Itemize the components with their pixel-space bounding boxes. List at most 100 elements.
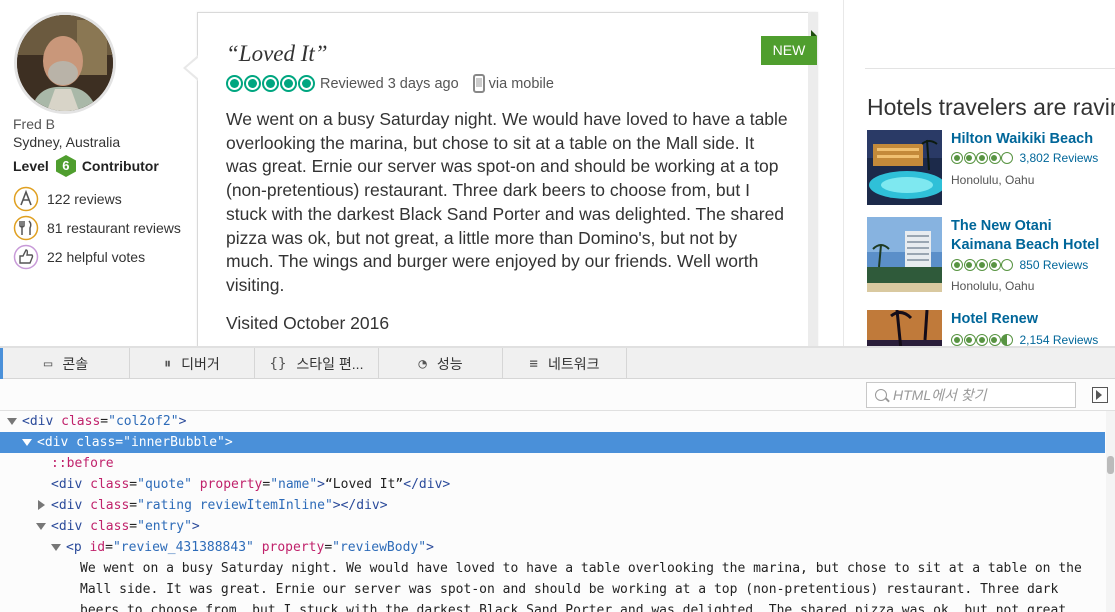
tab-debugger[interactable]: ⏸ 디버거: [130, 348, 255, 379]
review-body-line: was great. Ernie our server was spot-on …: [226, 156, 779, 177]
hotel-name-link[interactable]: The New Otani Kaimana Beach Hotel: [951, 217, 1115, 255]
node-attr-name: class: [90, 477, 130, 492]
tree-node[interactable]: ::before: [0, 453, 1105, 474]
contributor-level: Level 6 Contributor: [13, 155, 159, 177]
node-attr-value: rating reviewItemInline: [144, 498, 325, 513]
text-node-line[interactable]: Mall side. It was great. Ernie our serve…: [80, 579, 1105, 600]
rating-bubble: [280, 75, 297, 92]
rating-dots: [951, 259, 1014, 271]
node-close-tag: div: [418, 477, 443, 492]
hotel-thumbnail[interactable]: [867, 217, 942, 292]
level-badge-icon: 6: [55, 155, 76, 177]
node-attr-value: quote: [144, 477, 185, 492]
node-attr-value: col2of2: [115, 414, 171, 429]
expand-toggle-icon[interactable]: [7, 418, 17, 425]
hotel-thumbnail[interactable]: [867, 310, 942, 346]
review-page: Fred B Sydney, Australia Level 6 Contrib…: [0, 0, 1115, 346]
member-location: Sydney, Australia: [13, 134, 121, 150]
stat-reviews[interactable]: 122 reviews: [13, 186, 122, 212]
level-number: 6: [62, 158, 70, 173]
expand-toggle-icon[interactable]: [36, 523, 46, 530]
level-suffix: Contributor: [81, 158, 159, 174]
hotel-rating[interactable]: 2,154 Reviews: [951, 333, 1098, 346]
html-search-field[interactable]: HTML에서 찾기: [866, 382, 1076, 408]
rating-dot: [988, 334, 1001, 346]
hotel-card[interactable]: Hilton Waikiki Beach 3,802 Reviews Honol…: [867, 130, 1115, 205]
bubble-pointer-inner: [186, 57, 199, 79]
review-body-line: much. The wings and burger were enjoyed …: [226, 251, 759, 272]
tab-performance[interactable]: ◔ 성능: [379, 348, 503, 379]
rating-dot: [976, 259, 988, 271]
rating-dot: [963, 259, 976, 271]
hotel-card[interactable]: The New Otani Kaimana Beach Hotel 850 Re…: [867, 217, 1115, 293]
rating-dot: [951, 259, 963, 271]
node-close-tag: div: [356, 498, 380, 513]
rating-bubble: [298, 75, 315, 92]
node-attr-name: id: [89, 540, 106, 555]
pen-badge-icon: [13, 186, 39, 212]
hotel-review-count[interactable]: 850 Reviews: [1020, 258, 1089, 272]
tree-node[interactable]: <div class="quote" property="name">“Love…: [0, 474, 1105, 495]
hotel-name-link[interactable]: Hilton Waikiki Beach: [951, 130, 1115, 149]
devtools-tabbar: ▭ 콘솔 ⏸ 디버거 {} 스타일 편... ◔ 성능 ≡ 네트워크: [0, 348, 1115, 379]
stat-reviews-label: 122 reviews: [47, 191, 122, 207]
expand-toggle-icon[interactable]: [51, 544, 61, 551]
review-body-line: We went on a busy Saturday night. We wou…: [226, 109, 788, 129]
console-icon: ▭: [43, 355, 53, 372]
stat-helpful-votes[interactable]: 22 helpful votes: [13, 244, 145, 270]
tab-style-editor[interactable]: {} 스타일 편...: [255, 348, 379, 379]
rating-bubble: [244, 75, 261, 92]
hotel-thumbnail[interactable]: [867, 130, 942, 205]
hotel-card[interactable]: Hotel Renew 2,154 Reviews: [867, 310, 1115, 346]
review-quote-title[interactable]: “Loved It”: [226, 41, 328, 67]
node-attr-name: class: [90, 519, 130, 534]
markup-scrollbar[interactable]: [1106, 411, 1115, 612]
tab-label: 디버거: [181, 355, 220, 372]
hotel-name-link[interactable]: Hotel Renew: [951, 310, 1115, 329]
tree-node[interactable]: <div class="rating reviewItemInline"></d…: [0, 495, 1105, 516]
tree-node-selected[interactable]: <div class="innerBubble">: [0, 432, 1105, 453]
stat-restaurant-reviews[interactable]: 81 restaurant reviews: [13, 215, 181, 241]
fork-knife-icon: [13, 215, 39, 241]
rating-dots: [951, 334, 1014, 346]
review-rating-row: Reviewed 3 days ago via mobile: [226, 74, 554, 93]
node-attr-value: reviewBody: [339, 540, 419, 555]
hotel-location: Honolulu, Oahu: [951, 173, 1035, 187]
node-attr-value: review_431388843: [120, 540, 247, 555]
expand-toggle-icon[interactable]: [38, 500, 45, 510]
visited-date: Visited October 2016: [226, 313, 390, 333]
rating-bubble: [226, 75, 243, 92]
tree-node[interactable]: <div class="entry">: [0, 516, 1105, 537]
node-tag: div: [29, 414, 54, 429]
tab-network[interactable]: ≡ 네트워크: [503, 348, 627, 379]
member-name[interactable]: Fred B: [13, 116, 55, 132]
scrollbar-thumb[interactable]: [1107, 456, 1114, 474]
review-body-line: pizza was ok, but not great, a little mo…: [226, 227, 738, 248]
node-tag: div: [58, 519, 83, 534]
node-attr-name: class: [90, 498, 130, 513]
tab-label: 스타일 편...: [296, 355, 364, 372]
toggle-sidebar-button[interactable]: [1092, 387, 1108, 403]
tree-node[interactable]: <p id="review_431388843" property="revie…: [0, 537, 1105, 558]
tab-console[interactable]: ▭ 콘솔: [0, 348, 130, 379]
hotel-rating[interactable]: 3,802 Reviews: [951, 151, 1098, 165]
review-body-line: visiting.: [226, 274, 285, 295]
tree-node[interactable]: <div class="col2of2">: [0, 411, 1105, 432]
node-attr-value: innerBubble: [130, 435, 218, 450]
via-mobile: via mobile: [488, 75, 554, 92]
hotel-review-count[interactable]: 3,802 Reviews: [1020, 151, 1099, 165]
text-node-line[interactable]: beers to choose from, but I stuck with t…: [80, 600, 1105, 612]
tab-label: 콘솔: [62, 355, 89, 372]
expand-toggle-icon[interactable]: [22, 439, 32, 446]
hotel-review-count[interactable]: 2,154 Reviews: [1020, 333, 1099, 346]
avatar[interactable]: [14, 12, 116, 114]
rating-dot: [976, 334, 988, 346]
rating-dot: [951, 334, 963, 346]
stat-helpful-votes-label: 22 helpful votes: [47, 249, 146, 265]
node-attr-name: class: [76, 435, 116, 450]
thumbs-up-icon: [13, 244, 39, 270]
hotel-rating[interactable]: 850 Reviews: [951, 258, 1088, 272]
markup-tree: <div class="col2of2"> <div class="innerB…: [0, 411, 1105, 612]
text-node-line[interactable]: We went on a busy Saturday night. We wou…: [80, 558, 1105, 579]
html-search-placeholder: HTML에서 찾기: [893, 387, 987, 403]
